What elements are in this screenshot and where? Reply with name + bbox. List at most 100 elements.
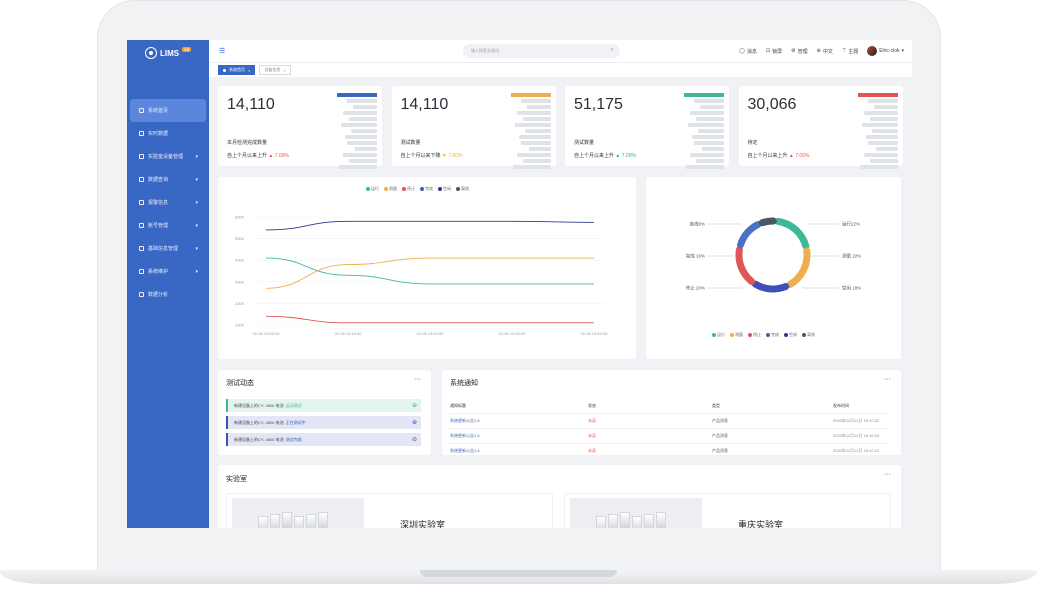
donut-segment[interactable]	[737, 221, 762, 249]
sparkline-bar	[865, 135, 898, 139]
sidebar-item[interactable]: 数据查询 ▾	[127, 168, 209, 191]
more-icon[interactable]: ···	[884, 471, 891, 478]
menu-item-icon	[139, 177, 144, 182]
activity-item[interactable]: 新建设备上的CY- 4000 电池 正在测试中 ⊕	[226, 416, 421, 429]
activity-tag: 运动测试	[285, 402, 302, 408]
sidebar-item[interactable]: 数据分析	[127, 283, 209, 306]
sparkline-bar	[698, 129, 724, 133]
settings-circle-icon[interactable]: ⊕	[412, 419, 417, 426]
legend-swatch	[712, 333, 716, 337]
sparkline-bar	[700, 105, 724, 109]
donut-label: 完成 16%	[686, 253, 705, 260]
stat-change: 7.00%	[274, 153, 289, 159]
donut-chart-card: 离线8% 完成 16% 停止 20% 运行22% 测量 22% 空闲 18% 运行 测量 停止…	[646, 177, 901, 359]
legend-item[interactable]: 完成	[766, 332, 779, 338]
table-row[interactable]: 系统更新公告1.5 未读 产品消息 2020年11月12日 15:10:32	[450, 414, 890, 429]
sparkline-bar	[528, 147, 551, 151]
sidebar-item[interactable]: 实时数据	[127, 122, 209, 145]
column-header[interactable]: 状态	[588, 403, 596, 409]
donut-segment[interactable]	[751, 280, 790, 293]
sparkline-bar	[514, 123, 551, 127]
trend-up-icon: ▲	[267, 153, 275, 159]
tab[interactable]: 设备信息 ×	[259, 65, 291, 75]
legend-item[interactable]: 停止	[748, 332, 761, 338]
menu-fold-icon[interactable]: ☰	[219, 47, 225, 55]
gear-icon: ⚙	[791, 48, 796, 54]
search-input[interactable]: 输入搜索关键词 ⌕	[463, 44, 620, 58]
sparkline-bar	[343, 153, 377, 157]
toolbar-item[interactable]: ◯ 消息	[739, 48, 757, 55]
sparkline-bar	[518, 135, 551, 139]
sparkline-bar	[861, 123, 898, 127]
notice-type: 产品消息	[712, 448, 728, 453]
sidebar-item[interactable]: 实验室设备管理 ▾	[127, 145, 209, 168]
donut-segment[interactable]	[758, 217, 777, 227]
sidebar-menu: 系统首页实时数据实验室设备管理 ▾ 数据查询 ▾ 报警信息 ▾ 账号管理 ▾ 基础信息管理 ▾ 系统…	[127, 99, 209, 306]
lab-equipment-shape	[306, 514, 316, 528]
notice-link[interactable]: 系统更新公告1.5	[450, 433, 480, 439]
column-header[interactable]: 类型	[712, 403, 720, 409]
close-icon[interactable]: ×	[283, 68, 285, 73]
activity-card: 测试动态 ··· 新建设备上的CY- 4000 电池 运动测试 ⊕ 新建设备上的CY-…	[218, 370, 431, 455]
notice-status: 未读	[588, 418, 596, 423]
avatar	[867, 46, 878, 56]
notice-link[interactable]: 系统更新公告1.4	[450, 448, 480, 454]
notice-link[interactable]: 系统更新公告1.5	[450, 418, 480, 424]
donut-segment[interactable]	[786, 247, 811, 288]
sparkline-bar	[696, 117, 724, 121]
toolbar-item[interactable]: ⊡ 锁屏	[766, 48, 782, 55]
top-bar: ☰ 输入搜索关键词 ⌕ ◯ 消息 ⊡ 锁屏 ⚙ 管理 ⊕ 中文 ⊤ 主题 Elric-clok ▾	[209, 40, 912, 62]
sidebar-item[interactable]: 报警信息 ▾	[127, 191, 209, 214]
sparkline-bar	[875, 147, 898, 151]
toolbar-item[interactable]: ⊕ 中文	[817, 48, 833, 55]
sidebar-item[interactable]: 基础信息管理 ▾	[127, 237, 209, 260]
table-row[interactable]: 系统更新公告1.5 未读 产品消息 2020年11月12日 15:10:10	[450, 429, 890, 444]
sidebar-item[interactable]: 账号管理 ▾	[127, 214, 209, 237]
plus-circle-icon[interactable]: ⊕	[412, 402, 417, 409]
activity-text: 新建设备上的CY- 4000 电池	[234, 402, 284, 408]
legend-label: 离线	[807, 332, 815, 337]
close-icon[interactable]: ×	[248, 68, 250, 73]
app-logo[interactable]: LIMS V3	[127, 40, 209, 66]
lab-item[interactable]: 重庆实验室	[564, 493, 891, 528]
notice-card: 系统通知 ··· 通知标题 状态 类型 发布时间 系统更新公告1.5 未读 产品消息 2020…	[442, 370, 901, 459]
check-circle-icon[interactable]: ⊘	[412, 436, 417, 443]
donut-segment[interactable]	[774, 217, 810, 250]
toolbar-item[interactable]: ⊤ 主题	[842, 48, 858, 55]
chevron-down-icon: ▾	[195, 245, 198, 252]
series-line	[265, 220, 595, 231]
sparkline-bar	[343, 111, 377, 115]
legend-item[interactable]: 测量	[730, 332, 743, 338]
stat-card: 14,110 本月检测完成数量 自上个月以来上升 ▲ 7.00%	[218, 86, 382, 169]
sidebar-item[interactable]: 系统首页	[130, 99, 206, 122]
sidebar-item-label: 实时数据	[148, 131, 169, 137]
user-menu[interactable]: Elric-clok ▾	[867, 46, 904, 56]
sparkline-bar	[341, 123, 377, 127]
sidebar-item[interactable]: 系统维护 ▾	[127, 260, 209, 283]
column-header[interactable]: 发布时间	[833, 403, 849, 409]
lab-item[interactable]: 深圳实验室	[226, 493, 553, 528]
stat-compare: 自上个月以来下降 ▼ 7.00%	[401, 152, 463, 159]
legend-item[interactable]: 运行	[712, 332, 725, 338]
stat-compare-text: 自上个月以来下降	[400, 153, 441, 159]
legend-item[interactable]: 空闲	[784, 332, 797, 338]
more-icon[interactable]: ···	[414, 376, 421, 383]
activity-item[interactable]: 新建设备上的CY- 4000 电池 测试完成 ⊘	[226, 433, 421, 446]
table-row[interactable]: 系统更新公告1.4 未读 产品消息 2020年11月12日 15:10:12	[450, 444, 890, 459]
globe-icon: ⊕	[816, 48, 821, 54]
sparkline-bar	[345, 135, 377, 139]
tab[interactable]: 系统首页 ×	[218, 65, 256, 75]
x-tick-label: 02-05 13:09:00	[253, 331, 281, 336]
more-icon[interactable]: ···	[884, 376, 891, 383]
stat-change: 7.00%	[621, 153, 636, 159]
column-header[interactable]: 通知标题	[450, 403, 466, 409]
search-icon[interactable]: ⌕	[611, 47, 614, 54]
stat-label: 本月检测完成数量	[227, 140, 268, 146]
sidebar: LIMS V3 系统首页实时数据实验室设备管理 ▾ 数据查询 ▾ 报警信息 ▾ 账号管理 ▾ 基…	[127, 40, 209, 528]
sparkline-bars	[507, 93, 551, 171]
activity-item[interactable]: 新建设备上的CY- 4000 电池 运动测试 ⊕	[226, 399, 421, 412]
legend-label: 完成	[771, 332, 779, 337]
legend-item[interactable]: 离线	[802, 332, 815, 338]
donut-segment[interactable]	[735, 246, 756, 285]
toolbar-item[interactable]: ⚙ 管理	[791, 48, 808, 55]
